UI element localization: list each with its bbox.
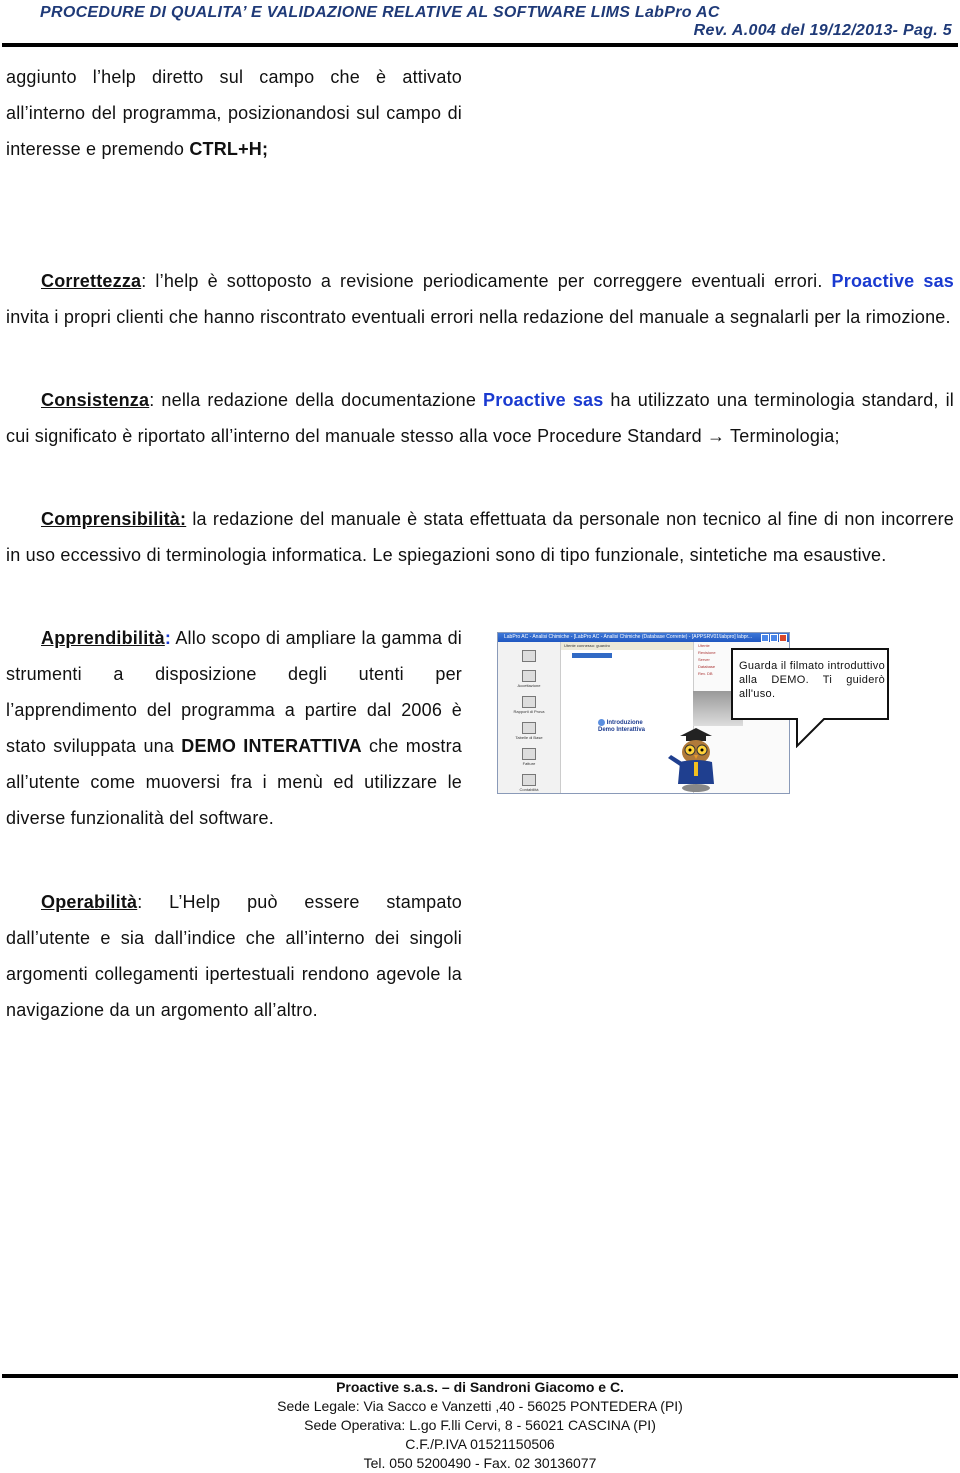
- apprendibilita-paragraph: Apprendibilità: Allo scopo di ampliare l…: [6, 620, 462, 836]
- minimize-icon: [761, 634, 769, 642]
- module-icon: [522, 696, 536, 708]
- intro-line-1: Introduzione: [606, 720, 643, 727]
- intro-paragraph: aggiunto l’help diretto sul campo che è …: [6, 59, 462, 167]
- footer-company: Proactive s.a.s. – di Sandroni Giacomo e…: [336, 1379, 624, 1395]
- speech-bubble-tail-icon: [796, 718, 826, 748]
- document-title: PROCEDURE DI QUALITA’ E VALIDAZIONE RELA…: [40, 4, 720, 21]
- module-icon: [522, 748, 536, 760]
- header-divider: [2, 43, 958, 47]
- sidebar-item: Fatture: [498, 748, 560, 766]
- consistenza-text-a: nella redazione della documentazione: [154, 390, 484, 410]
- term-apprendibilita: Apprendibilità: [41, 628, 165, 648]
- sidebar-item: Tabelle di Base: [498, 722, 560, 740]
- brand-name: Proactive sas: [483, 390, 604, 410]
- window-controls: [761, 634, 787, 642]
- term-operabilita: Operabilità: [41, 892, 138, 912]
- correttezza-text-b: invita i propri clienti che hanno riscon…: [6, 307, 951, 327]
- module-icon: [522, 650, 536, 662]
- footer-operative-address: Sede Operativa: L.go F.lli Cervi, 8 - 56…: [304, 1417, 656, 1433]
- revision-page-info: Rev. A.004 del 19/12/2013- Pag. 5: [693, 22, 952, 39]
- sidebar-item: Accettazione: [498, 670, 560, 688]
- module-icon: [522, 774, 536, 786]
- consistenza-paragraph: Consistenza: nella redazione della docum…: [6, 382, 954, 454]
- brand-name: Proactive sas: [831, 271, 955, 291]
- footer-legal-address: Sede Legale: Via Sacco e Vanzetti ,40 - …: [277, 1398, 683, 1414]
- module-icon: [522, 670, 536, 682]
- term-correttezza: Correttezza: [41, 271, 142, 291]
- page-footer: Proactive s.a.s. – di Sandroni Giacomo e…: [0, 1378, 960, 1473]
- maximize-icon: [770, 634, 778, 642]
- app-sidebar: Accettazione Rapporti di Prova Tabelle d…: [498, 642, 561, 793]
- owl-mascot-icon: [668, 728, 714, 792]
- footer-contacts: Tel. 050 5200490 - Fax. 02 30136077: [363, 1455, 597, 1471]
- sidebar-item: Contabilità: [498, 774, 560, 792]
- correttezza-paragraph: Correttezza: l’help è sottoposto a revis…: [6, 263, 954, 335]
- module-icon: [522, 722, 536, 734]
- shortcut-ctrl-h: CTRL+H;: [189, 139, 269, 159]
- term-consistenza: Consistenza: [41, 390, 150, 410]
- tree-selected-node: [572, 653, 612, 658]
- help-icon: [598, 719, 605, 726]
- operabilita-paragraph: Operabilità: L’Help può essere stampato …: [6, 884, 462, 1028]
- intro-line-2: Demo Interattiva: [598, 727, 646, 734]
- speech-bubble: Guarda il filmato introduttivo alla DEMO…: [731, 648, 889, 720]
- speech-bubble-text: Guarda il filmato introduttivo alla DEMO…: [739, 660, 885, 700]
- correttezza-text-a: l’help è sottoposto a revisione periodic…: [146, 271, 832, 291]
- intro-demo-label: Introduzione Demo Interattiva: [598, 719, 645, 734]
- demo-interattiva-highlight: DEMO INTERATTIVA: [181, 736, 362, 756]
- app-window-titlebar: LabPro AC - Analisi Chimiche - [LabPro A…: [498, 633, 789, 642]
- sidebar-item: [498, 650, 560, 662]
- tree-header: Utente connesso: guardro: [561, 642, 694, 650]
- footer-vat: C.F./P.IVA 01521150506: [405, 1436, 555, 1452]
- sidebar-item: Rapporti di Prova: [498, 696, 560, 714]
- close-icon: [779, 634, 787, 642]
- comprensibilita-paragraph: Comprensibilità: la redazione del manual…: [6, 501, 954, 573]
- term-comprensibilita: Comprensibilità:: [41, 509, 187, 529]
